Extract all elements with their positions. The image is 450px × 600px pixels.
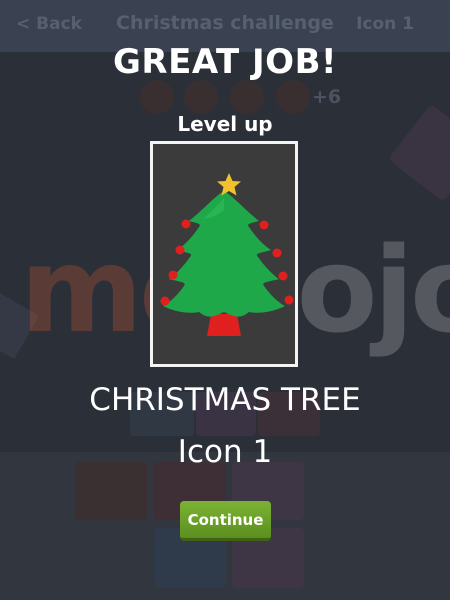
icon-number-label: Icon 1 [177,434,273,470]
back-button[interactable]: < Back [16,14,82,34]
icon-name-label: CHRISTMAS TREE [89,382,361,418]
continue-button[interactable]: Continue [180,501,271,541]
progress-dot [230,80,264,114]
challenge-title: Christmas challenge [116,12,334,34]
level-up-label: Level up [177,112,273,136]
icon-card [150,141,298,367]
background-tile [75,462,147,520]
christmas-tree-icon [160,173,294,336]
level-label: Icon 1 [356,14,414,34]
great-job-heading: GREAT JOB! [113,42,337,82]
bonus-count: +6 [312,86,342,108]
progress-dot [140,80,174,114]
progress-dot [276,80,310,114]
progress-dot [184,80,218,114]
